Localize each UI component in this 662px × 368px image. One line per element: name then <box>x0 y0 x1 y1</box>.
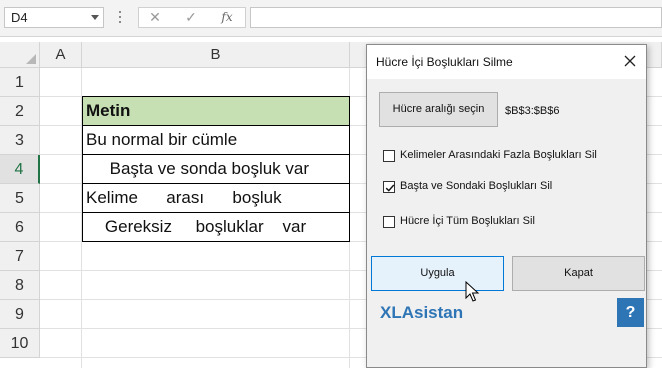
row-header-2[interactable]: 2 <box>0 97 40 126</box>
chevron-down-icon[interactable] <box>91 15 99 20</box>
cancel-icon[interactable]: ✕ <box>143 8 167 27</box>
close-button[interactable]: Kapat <box>512 256 645 291</box>
option-label: Başta ve Sondaki Boşlukları Sil <box>400 180 553 192</box>
mouse-pointer-icon <box>465 281 480 302</box>
formula-input[interactable] <box>250 7 662 28</box>
row-header-4[interactable]: 4 <box>0 155 40 184</box>
name-box[interactable]: D4 <box>4 7 104 28</box>
cell-b4[interactable]: Başta ve sonda boşluk var <box>82 155 350 184</box>
selected-range: $B$3:$B$6 <box>505 105 560 117</box>
cell-b5[interactable]: Kelime arası boşluk <box>82 184 350 213</box>
row-header-10[interactable]: 10 <box>0 329 40 358</box>
dialog-titlebar: Hücre İçi Boşlukları Silme <box>367 45 646 79</box>
option-label: Hücre İçi Tüm Boşlukları Sil <box>400 215 535 227</box>
select-range-button[interactable]: Hücre aralığı seçin <box>379 92 498 127</box>
checkbox[interactable] <box>383 150 395 162</box>
column-header-a[interactable]: A <box>40 42 82 68</box>
row-header-6[interactable]: 6 <box>0 213 40 242</box>
remove-spaces-dialog: Hücre İçi Boşlukları Silme Hücre aralığı… <box>366 44 647 368</box>
row-header-5[interactable]: 5 <box>0 184 40 213</box>
name-box-value: D4 <box>11 10 28 25</box>
select-all-button[interactable] <box>0 42 40 68</box>
formula-buttons: ✕ ✓ fx <box>138 7 246 28</box>
cell-b3[interactable]: Bu normal bir cümle <box>82 126 350 155</box>
apply-button[interactable]: Uygula <box>371 256 504 291</box>
row-header-3[interactable]: 3 <box>0 126 40 155</box>
select-all-icon <box>26 54 36 64</box>
brand-logo: XLAsistan <box>380 303 464 322</box>
close-icon[interactable] <box>622 53 638 69</box>
enter-icon[interactable]: ✓ <box>179 8 203 27</box>
cell-b2[interactable]: Metin <box>82 96 350 126</box>
cell-b6[interactable]: Gereksiz boşluklar var <box>82 213 350 242</box>
checkbox[interactable] <box>383 181 395 193</box>
checkmark-icon <box>385 184 395 192</box>
row-header-8[interactable]: 8 <box>0 271 40 300</box>
help-button[interactable]: ? <box>617 298 644 327</box>
drag-handle-icon[interactable] <box>118 8 122 28</box>
row-header-7[interactable]: 7 <box>0 242 40 271</box>
checkbox[interactable] <box>383 216 395 228</box>
dialog-title: Hücre İçi Boşlukları Silme <box>376 55 513 69</box>
insert-function-icon[interactable]: fx <box>215 8 239 27</box>
column-header-b[interactable]: B <box>82 42 350 68</box>
formula-bar: D4 ✕ ✓ fx <box>0 0 662 37</box>
row-header-9[interactable]: 9 <box>0 300 40 329</box>
option-label: Kelimeler Arasındaki Fazla Boşlukları Si… <box>400 149 597 161</box>
row-header-1[interactable]: 1 <box>0 68 40 97</box>
